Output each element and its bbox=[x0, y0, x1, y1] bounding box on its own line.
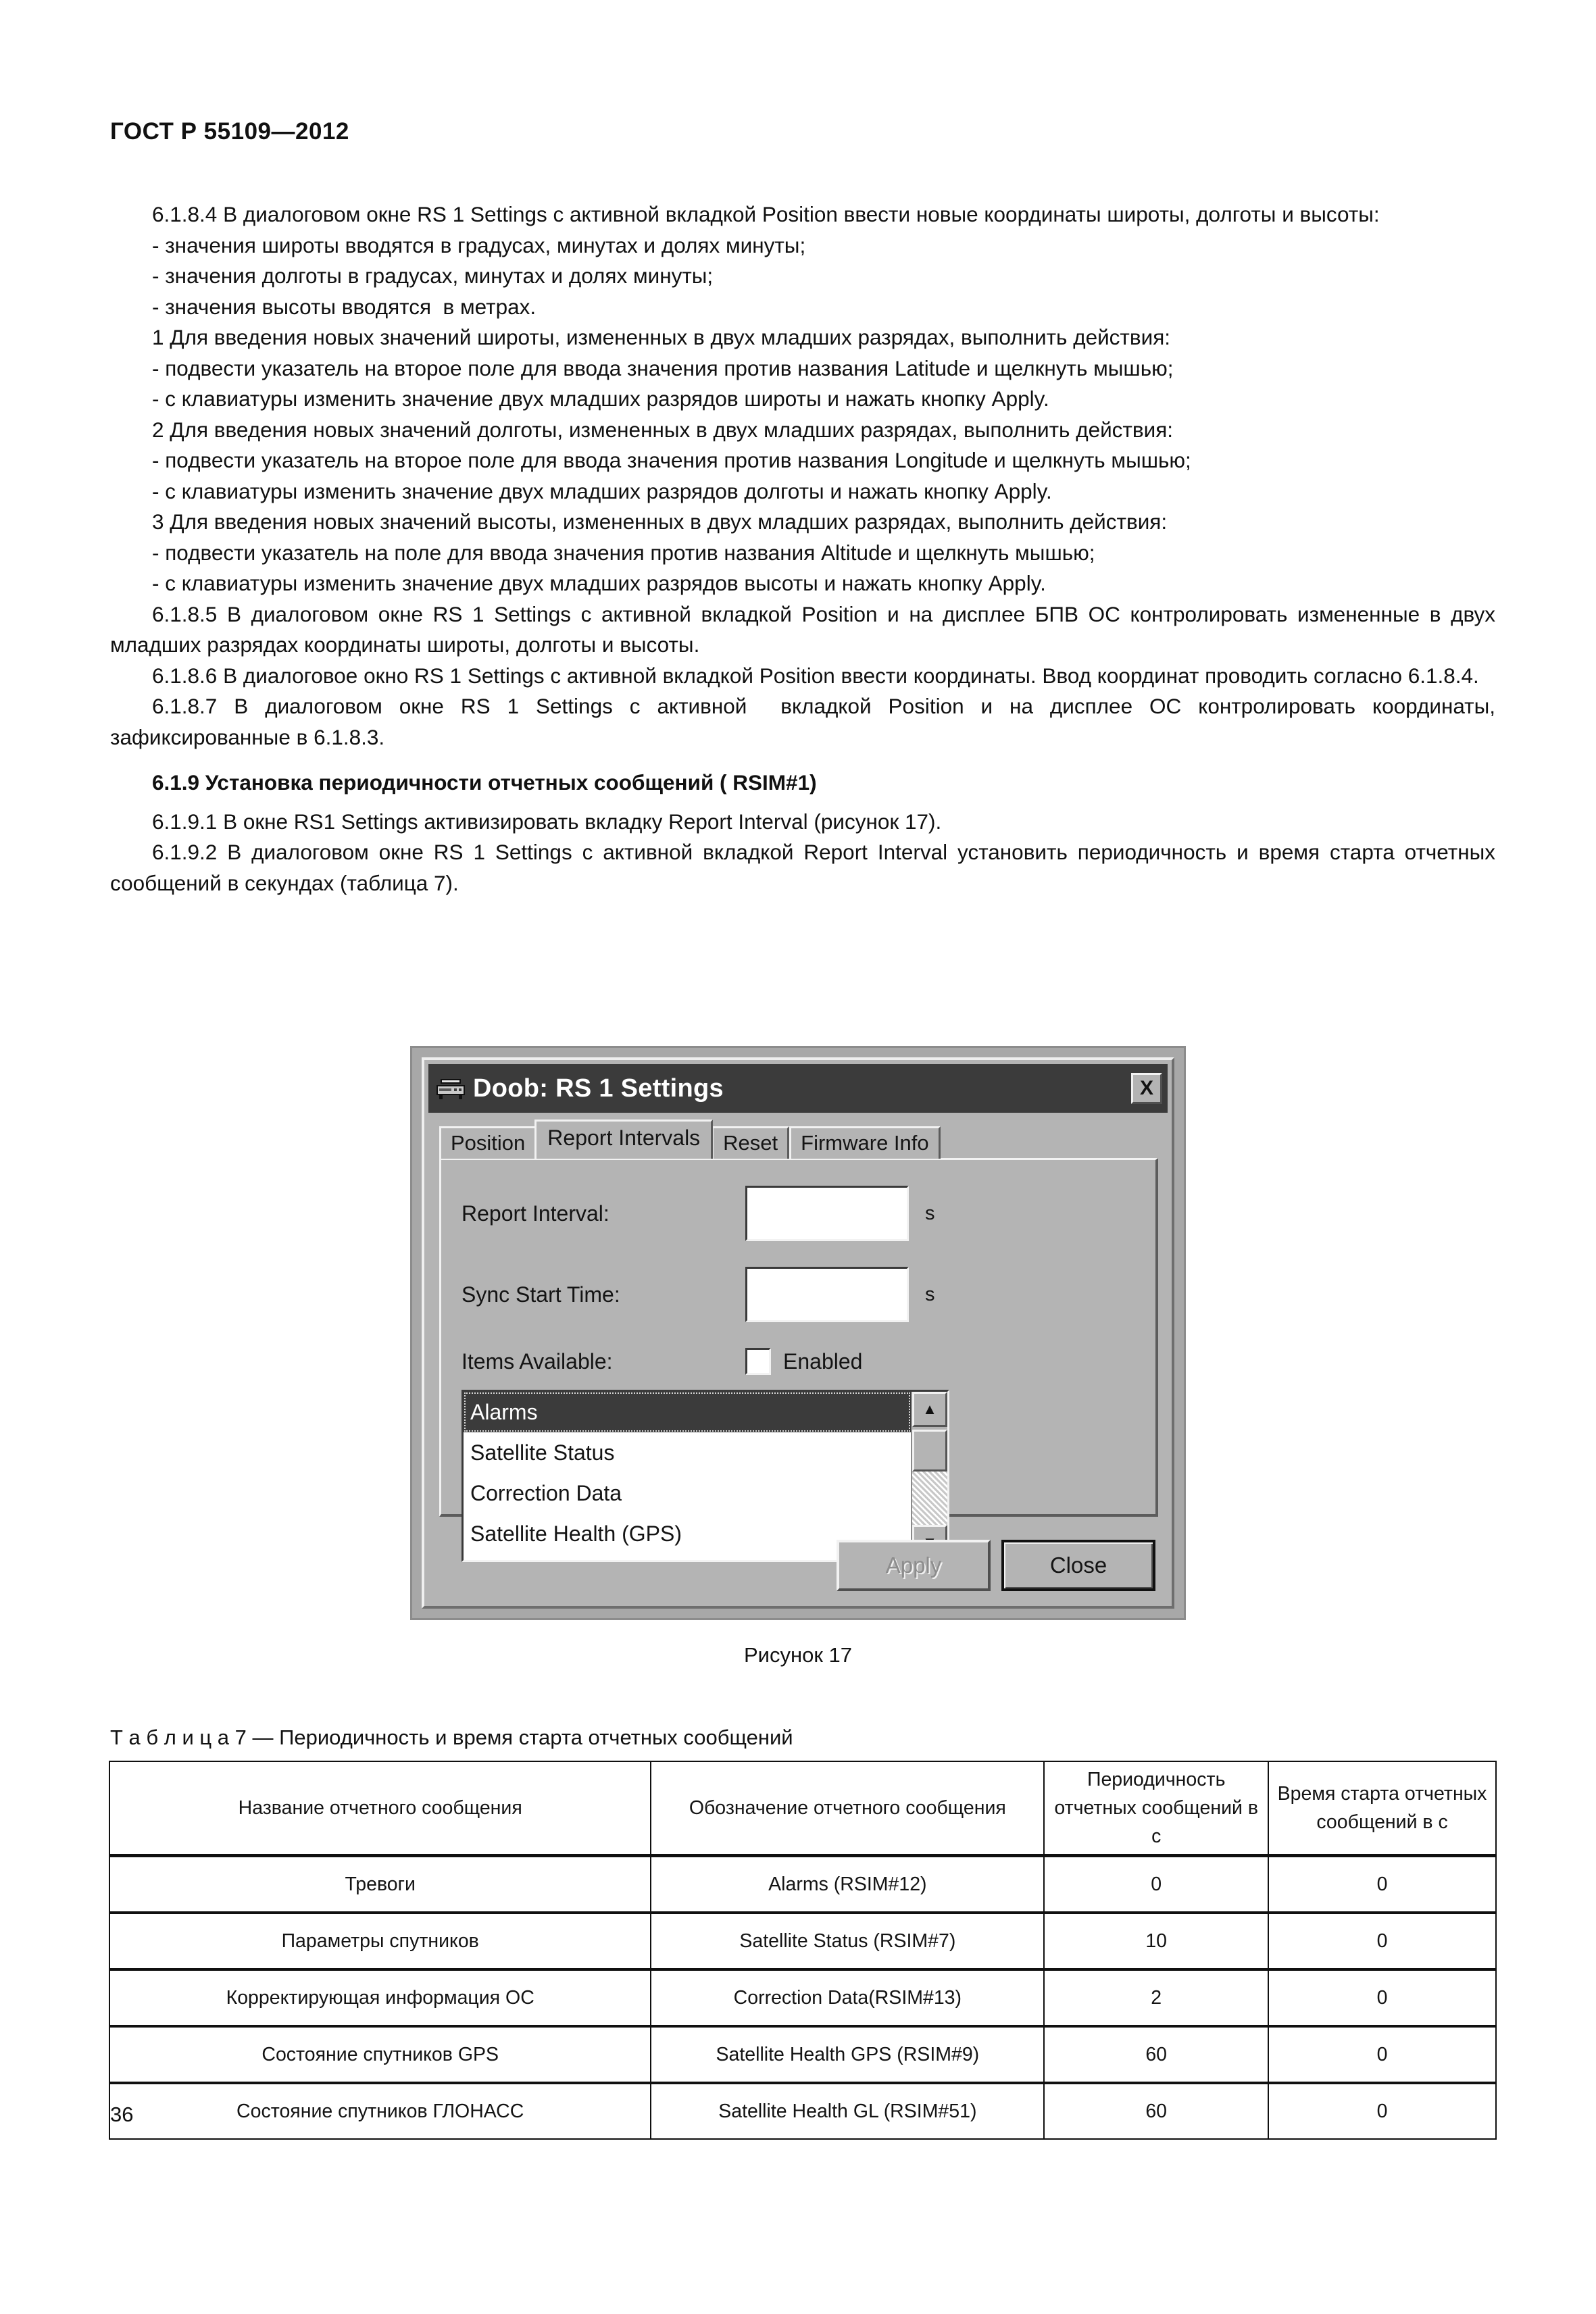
scroll-up-icon[interactable]: ▲ bbox=[912, 1392, 947, 1427]
enabled-checkbox[interactable] bbox=[745, 1348, 771, 1375]
dialog-inner-frame: Doob: RS 1 Settings X Position Report In… bbox=[422, 1057, 1174, 1609]
bullet-longitude-click: - подвести указатель на второе поле для … bbox=[152, 448, 1191, 472]
section-heading-6-1-9: 6.1.9 Установка периодичности отчетных с… bbox=[152, 770, 817, 795]
bullet-altitude-click: - подвести указатель на поле для ввода з… bbox=[152, 540, 1095, 565]
cell-interval: 0 bbox=[1043, 1855, 1270, 1913]
figure-caption: Рисунок 17 bbox=[743, 1643, 852, 1667]
column-header-interval: Периодичность отчетных сообщений в с bbox=[1043, 1761, 1270, 1857]
document-page: ГОСТ Р 55109—2012 6.1.8.4 В диалоговом о… bbox=[0, 0, 1596, 2314]
paragraph-6-1-8-7: 6.1.8.7 В диалоговом окне RS 1 Settings … bbox=[110, 694, 1501, 749]
paragraph-6-1-9-2: 6.1.9.2 В диалоговом окне RS 1 Settings … bbox=[110, 840, 1501, 895]
cell-start-time: 0 bbox=[1268, 1968, 1497, 2027]
list-item[interactable]: Correction Data bbox=[464, 1473, 911, 1513]
sync-start-time-unit: s bbox=[925, 1283, 935, 1305]
enabled-label: Enabled bbox=[783, 1349, 863, 1374]
listbox-items: Alarms Satellite Status Correction Data … bbox=[464, 1392, 911, 1560]
cell-designation: Satellite Health GPS (RSIM#9) bbox=[650, 2025, 1045, 2084]
bullet-longitude-format: - значения долготы в градусах, минутах и… bbox=[152, 263, 714, 288]
cell-interval: 2 bbox=[1043, 1968, 1270, 2027]
table-row: Состояние спутников ГЛОНАСС Satellite He… bbox=[108, 2082, 1497, 2140]
sync-start-time-row: Sync Start Time: s bbox=[462, 1267, 1139, 1322]
cell-start-time: 0 bbox=[1268, 1911, 1497, 1970]
cell-name: Корректирующая информация ОС bbox=[108, 1968, 652, 2027]
cell-name: Тревоги bbox=[108, 1855, 652, 1913]
dialog-tabstrip: Position Report Intervals Reset Firmware… bbox=[439, 1120, 1158, 1159]
modem-device-icon bbox=[437, 1078, 465, 1099]
paragraph-6-1-9-1: 6.1.9.1 В окне RS1 Settings активизирова… bbox=[152, 809, 942, 834]
dialog-titlebar[interactable]: Doob: RS 1 Settings X bbox=[428, 1064, 1168, 1113]
cell-interval: 60 bbox=[1043, 2025, 1270, 2084]
body-text: 6.1.8.4 В диалоговом окне RS 1 Settings … bbox=[110, 199, 1495, 899]
tab-firmware-info[interactable]: Firmware Info bbox=[789, 1126, 941, 1159]
cell-start-time: 0 bbox=[1268, 1855, 1497, 1913]
bullet-longitude-apply: - с клавиатуры изменить значение двух мл… bbox=[152, 478, 1052, 503]
bullet-latitude-click: - подвести указатель на второе поле для … bbox=[152, 355, 1174, 380]
report-message-table: Название отчетного сообщения Обозначение… bbox=[108, 1761, 1497, 2140]
scrollbar-thumb[interactable] bbox=[912, 1430, 947, 1472]
report-interval-unit: s bbox=[925, 1202, 935, 1224]
bullet-altitude-apply: - с клавиатуры изменить значение двух мл… bbox=[152, 571, 1046, 595]
sync-start-time-label: Sync Start Time: bbox=[462, 1282, 620, 1307]
scrollbar-track[interactable] bbox=[912, 1472, 947, 1525]
report-interval-label: Report Interval: bbox=[462, 1201, 609, 1226]
cell-name: Параметры спутников bbox=[108, 1911, 652, 1970]
column-header-name: Название отчетного сообщения bbox=[108, 1761, 652, 1857]
step-2-longitude: 2 Для введения новых значений долготы, и… bbox=[152, 417, 1174, 442]
table-row: Параметры спутников Satellite Status (RS… bbox=[108, 1911, 1497, 1970]
cell-start-time: 0 bbox=[1268, 2025, 1497, 2084]
cell-designation: Satellite Status (RSIM#7) bbox=[650, 1911, 1045, 1970]
bullet-latitude-apply: - с клавиатуры изменить значение двух мл… bbox=[152, 386, 1049, 411]
cell-designation: Correction Data(RSIM#13) bbox=[650, 1968, 1045, 2027]
paragraph-6-1-8-6: 6.1.8.6 В диалоговое окно RS 1 Settings … bbox=[152, 663, 1479, 688]
cell-interval: 60 bbox=[1043, 2082, 1270, 2140]
close-icon[interactable]: X bbox=[1131, 1073, 1162, 1104]
column-header-designation: Обозначение отчетного сообщения bbox=[650, 1761, 1045, 1857]
close-button[interactable]: Close bbox=[1001, 1540, 1155, 1591]
cell-designation: Satellite Health GL (RSIM#51) bbox=[650, 2082, 1045, 2140]
listbox-scrollbar[interactable]: ▲ ▼ bbox=[911, 1392, 947, 1560]
table-row: Состояние спутников GPS Satellite Health… bbox=[108, 2025, 1497, 2084]
cell-name: Состояние спутников GPS bbox=[108, 2025, 652, 2084]
tab-report-intervals[interactable]: Report Intervals bbox=[534, 1120, 714, 1159]
paragraph-6-1-8-4: 6.1.8.4 В диалоговом окне RS 1 Settings … bbox=[152, 202, 1380, 226]
items-available-row: Items Available: Enabled bbox=[462, 1348, 1139, 1375]
table-header-row: Название отчетного сообщения Обозначение… bbox=[108, 1761, 1497, 1857]
step-1-latitude: 1 Для введения новых значений широты, из… bbox=[152, 325, 1171, 349]
items-available-label: Items Available: bbox=[462, 1349, 613, 1374]
cell-interval: 10 bbox=[1043, 1911, 1270, 1970]
table-row: Тревоги Alarms (RSIM#12) 0 0 bbox=[108, 1855, 1497, 1913]
report-interval-row: Report Interval: s bbox=[462, 1186, 1139, 1241]
table-row: Корректирующая информация ОС Correction … bbox=[108, 1968, 1497, 2027]
page-number: 36 bbox=[110, 2103, 134, 2126]
cell-designation: Alarms (RSIM#12) bbox=[650, 1855, 1045, 1913]
dialog-title: Doob: RS 1 Settings bbox=[473, 1074, 724, 1103]
sync-start-time-input[interactable] bbox=[745, 1267, 909, 1322]
bullet-latitude-format: - значения широты вводятся в градусах, м… bbox=[152, 232, 806, 257]
list-item[interactable]: Alarms bbox=[464, 1392, 911, 1432]
report-intervals-tab-panel: Report Interval: s Sync Start Time: s It… bbox=[439, 1158, 1158, 1562]
cell-name: Состояние спутников ГЛОНАСС bbox=[108, 2082, 652, 2140]
items-available-listbox[interactable]: Alarms Satellite Status Correction Data … bbox=[462, 1390, 949, 1562]
report-interval-input[interactable] bbox=[745, 1186, 909, 1241]
column-header-start-time: Время старта отчетных сообщений в с bbox=[1268, 1761, 1497, 1857]
cell-start-time: 0 bbox=[1268, 2082, 1497, 2140]
table-caption: Т а б л и ц а 7 — Периодичность и время … bbox=[110, 1726, 793, 1749]
rs1-settings-dialog: Doob: RS 1 Settings X Position Report In… bbox=[410, 1046, 1186, 1620]
apply-button[interactable]: Apply bbox=[837, 1540, 991, 1591]
bullet-altitude-format: - значения высоты вводятся в метрах. bbox=[152, 294, 537, 319]
tab-reset[interactable]: Reset bbox=[712, 1126, 790, 1159]
tab-position[interactable]: Position bbox=[439, 1126, 537, 1159]
dialog-button-bar: Apply Close bbox=[837, 1540, 1155, 1591]
figure-17: Doob: RS 1 Settings X Position Report In… bbox=[0, 1046, 1596, 1620]
running-header: ГОСТ Р 55109—2012 bbox=[110, 118, 349, 145]
paragraph-6-1-8-5: 6.1.8.5 В диалоговом окне RS 1 Settings … bbox=[110, 601, 1501, 657]
step-3-altitude: 3 Для введения новых значений высоты, из… bbox=[152, 509, 1168, 534]
list-item[interactable]: Satellite Status bbox=[464, 1432, 911, 1473]
